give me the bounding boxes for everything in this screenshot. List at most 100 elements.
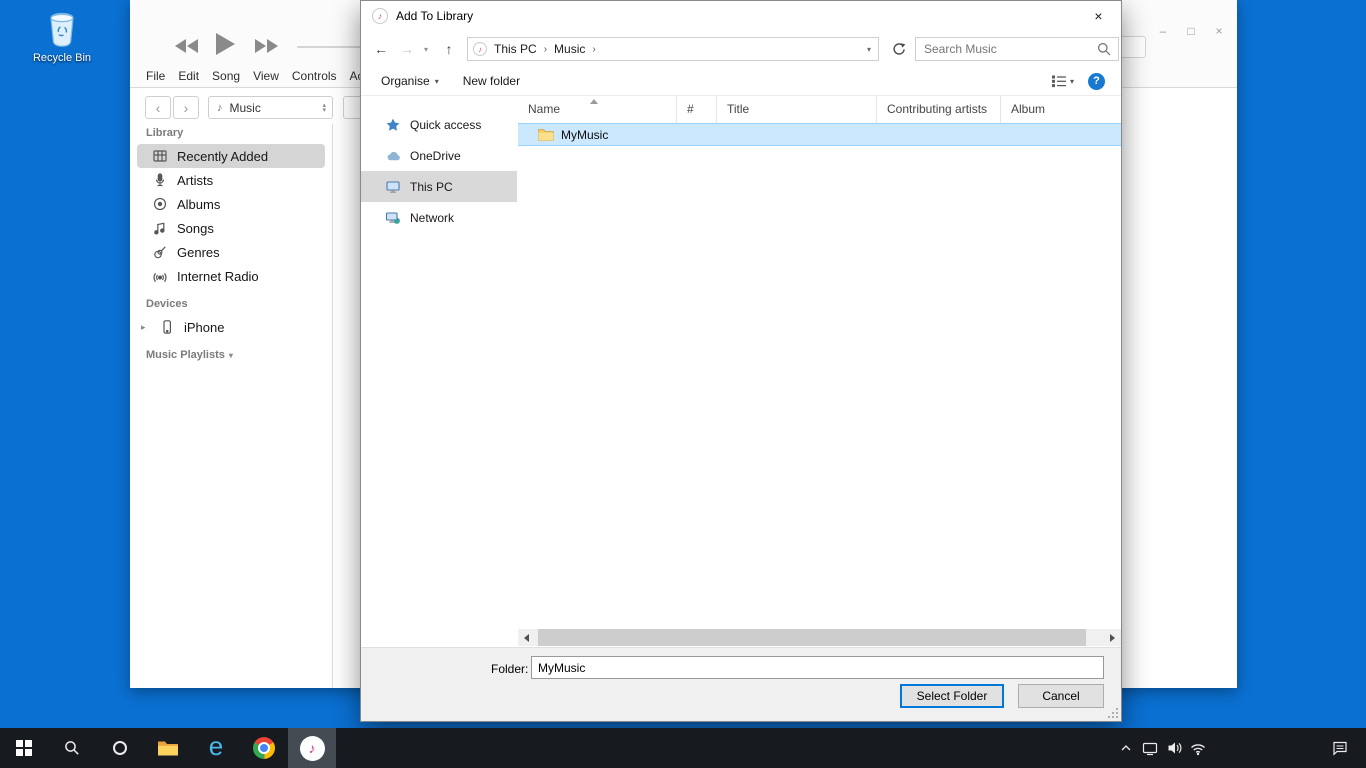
search-icon[interactable] — [1097, 42, 1111, 56]
hidden-icons-button[interactable] — [1114, 728, 1138, 768]
cortana-button[interactable] — [96, 728, 144, 768]
back-button[interactable]: ← — [369, 37, 393, 61]
column-header-title[interactable]: Title — [717, 96, 877, 123]
disclosure-icon[interactable]: ▸ — [141, 322, 150, 333]
sidebar-item-artists[interactable]: Artists — [137, 168, 325, 192]
organise-menu-button[interactable]: Organise ▾ — [381, 74, 439, 88]
sidebar-item-songs[interactable]: Songs — [137, 216, 325, 240]
sidebar-item-genres[interactable]: Genres — [137, 240, 325, 264]
sidebar-item-label: Albums — [177, 197, 220, 212]
change-view-button[interactable]: ▾ — [1051, 74, 1074, 88]
volume-tray-icon[interactable] — [1162, 728, 1186, 768]
file-row-mymusic[interactable]: MyMusic — [518, 123, 1121, 146]
breadcrumb-this-pc[interactable]: This PC — [487, 38, 544, 60]
address-dropdown-icon[interactable]: ▾ — [860, 45, 878, 54]
menu-file[interactable]: File — [146, 69, 165, 83]
spinner-down-icon: ▾ — [322, 108, 326, 113]
column-header-name[interactable]: Name — [518, 96, 677, 123]
column-label: # — [687, 102, 694, 116]
nav-item-quick-access[interactable]: Quick access — [361, 109, 517, 140]
internet-explorer-icon: e — [209, 733, 223, 759]
nav-item-onedrive[interactable]: OneDrive — [361, 140, 517, 171]
search-input[interactable] — [916, 42, 1097, 56]
close-button[interactable]: × — [1208, 20, 1230, 42]
column-header-number[interactable]: # — [677, 96, 717, 123]
up-button[interactable]: ↑ — [437, 37, 461, 61]
resize-grip[interactable] — [1106, 706, 1118, 718]
breadcrumb-music[interactable]: Music — [547, 38, 592, 60]
dialog-close-button[interactable]: × — [1076, 1, 1121, 31]
itunes-location-icon: ♪ — [473, 42, 487, 56]
refresh-button[interactable] — [885, 37, 911, 61]
display-tray-icon[interactable] — [1138, 728, 1162, 768]
search-box — [915, 37, 1119, 61]
chevron-down-icon: ▾ — [229, 351, 233, 360]
recycle-bin[interactable]: Recycle Bin — [28, 8, 96, 64]
music-note-icon: ♪ — [217, 102, 223, 114]
menu-song[interactable]: Song — [212, 69, 240, 83]
cortana-icon — [113, 741, 127, 755]
itunes-forward-button[interactable]: › — [173, 96, 199, 119]
menu-edit[interactable]: Edit — [178, 69, 199, 83]
folder-icon — [157, 740, 179, 757]
devices-header: Devices — [146, 298, 332, 310]
taskbar-search-button[interactable] — [48, 728, 96, 768]
broadcast-icon — [152, 268, 168, 284]
microphone-icon — [152, 172, 168, 188]
cancel-button[interactable]: Cancel — [1018, 684, 1104, 708]
fast-forward-button[interactable] — [254, 39, 278, 53]
nav-item-network[interactable]: Network — [361, 202, 517, 233]
dialog-titlebar: ♪ Add To Library × — [361, 1, 1121, 31]
select-folder-button[interactable]: Select Folder — [900, 684, 1004, 708]
file-explorer-button[interactable] — [144, 728, 192, 768]
menu-view[interactable]: View — [253, 69, 279, 83]
nav-item-this-pc[interactable]: This PC — [361, 171, 517, 202]
cloud-icon — [385, 148, 401, 164]
action-center-button[interactable] — [1326, 728, 1354, 768]
media-picker-spinner[interactable]: ▴ ▾ — [322, 103, 326, 113]
nav-item-label: Network — [410, 211, 454, 225]
rewind-button[interactable] — [175, 39, 199, 53]
internet-explorer-button[interactable]: e — [192, 728, 240, 768]
scrollbar-thumb[interactable] — [538, 629, 1086, 646]
music-playlists-header[interactable]: Music Playlists▾ — [146, 349, 332, 361]
minimize-button[interactable]: – — [1152, 20, 1174, 42]
chrome-button[interactable] — [240, 728, 288, 768]
sidebar-item-internet-radio[interactable]: Internet Radio — [137, 264, 325, 288]
folder-name-input[interactable] — [531, 656, 1104, 679]
nav-item-label: This PC — [410, 180, 453, 194]
sidebar-item-albums[interactable]: Albums — [137, 192, 325, 216]
media-picker[interactable]: ♪ Music ▴ ▾ — [208, 96, 333, 119]
itunes-back-button[interactable]: ‹ — [145, 96, 171, 119]
play-button[interactable] — [216, 33, 235, 55]
address-bar[interactable]: ♪ This PC › Music › ▾ — [467, 37, 879, 61]
help-button[interactable]: ? — [1088, 73, 1105, 90]
column-header-contributing-artists[interactable]: Contributing artists — [877, 96, 1001, 123]
column-header-album[interactable]: Album — [1001, 96, 1121, 123]
scroll-right-button[interactable] — [1104, 629, 1121, 646]
star-icon — [385, 117, 401, 133]
sidebar-item-recently-added[interactable]: Recently Added — [137, 144, 325, 168]
network-tray-icon[interactable] — [1186, 728, 1210, 768]
system-tray — [1114, 728, 1366, 768]
note-glyph: ♪ — [309, 740, 316, 756]
search-icon — [64, 740, 80, 756]
horizontal-scrollbar[interactable] — [518, 629, 1121, 646]
new-folder-button[interactable]: New folder — [463, 74, 520, 88]
start-button[interactable] — [0, 728, 48, 768]
recent-locations-dropdown[interactable]: ▾ — [419, 37, 433, 61]
forward-button[interactable]: → — [395, 37, 419, 61]
sidebar-item-label: Recently Added — [177, 149, 268, 164]
file-name: MyMusic — [561, 128, 608, 142]
folder-icon — [538, 128, 554, 141]
itunes-taskbar-button[interactable]: ♪ — [288, 728, 336, 768]
sidebar-item-label: Internet Radio — [177, 269, 259, 284]
action-center-icon — [1332, 740, 1348, 756]
volume-slider[interactable] — [297, 46, 363, 48]
column-label: Album — [1011, 102, 1045, 116]
scroll-left-button[interactable] — [518, 629, 535, 646]
menu-controls[interactable]: Controls — [292, 69, 337, 83]
sidebar-item-iphone[interactable]: ▸ iPhone — [137, 315, 325, 339]
maximize-button[interactable]: □ — [1180, 20, 1202, 42]
sidebar-item-label: Artists — [177, 173, 213, 188]
